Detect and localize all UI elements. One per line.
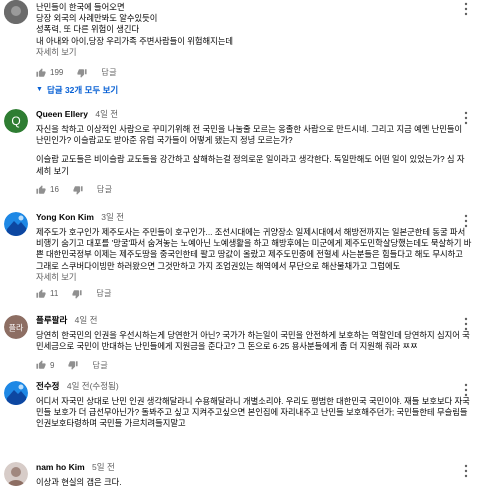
thumb-down-icon [68, 361, 79, 370]
reply-button[interactable]: 답글 [92, 360, 108, 371]
read-more-link[interactable]: 자세히 보기 [36, 272, 472, 283]
avatar[interactable] [4, 0, 28, 24]
comment-time[interactable]: 3일 전 [101, 212, 124, 222]
thumb-down-icon [72, 290, 82, 299]
comment-header: Yong Kon Kim 3일 전 [36, 212, 472, 223]
comment-actions: 9 답글 [36, 356, 472, 374]
author-name[interactable]: 전수정 [36, 381, 59, 391]
dislike-button[interactable] [73, 185, 83, 195]
thumb-up-icon [36, 360, 46, 370]
author-name[interactable]: Queen Ellery [36, 109, 88, 119]
more-menu-icon[interactable] [462, 2, 470, 16]
comment-text: 난민들이 한국에 들어오면 당장 외국의 사례만봐도 알수있듯이 성폭력, 또 … [36, 2, 234, 46]
more-menu-icon[interactable] [462, 214, 470, 228]
comment-actions: 199 답글 [36, 64, 472, 82]
like-count: 11 [50, 289, 59, 299]
author-name[interactable]: nam ho Kim [36, 462, 85, 472]
read-more-link[interactable]: 자세히 보기 [36, 47, 472, 58]
comment-header: Queen Ellery 4일 전 [36, 109, 472, 120]
thumb-down-icon [77, 69, 87, 78]
thumb-down-icon [73, 186, 83, 195]
comment-text: 당연히 한국민의 인권을 우선시하는게 당연한거 아닌? 국가가 하는일이 국민… [36, 330, 470, 352]
comment-text: 어디서 자국민 상대로 난민 인권 생각해달라니 수용해달라니 개별소리야. 우… [36, 396, 470, 429]
avatar[interactable]: 플라 [4, 315, 28, 339]
comment-time[interactable]: 4일 전(수정됨) [67, 381, 119, 391]
like-count: 16 [50, 185, 59, 195]
comment-text: 제주도가 호구인가 제주도사는 주민들이 호구인가... 조선시대에는 귀양장소… [36, 227, 472, 271]
thumb-up-icon [36, 289, 46, 298]
svg-text:Q: Q [11, 114, 20, 128]
more-menu-icon[interactable] [462, 111, 470, 125]
reply-button[interactable]: 답글 [101, 67, 117, 78]
like-button[interactable]: 11 [36, 289, 58, 299]
like-button[interactable]: 16 [36, 185, 59, 195]
comment-time[interactable]: 4일 전 [75, 315, 98, 325]
comment-actions: 11 답글 [36, 285, 472, 303]
avatar[interactable]: Q [4, 109, 28, 133]
view-replies-button[interactable]: ▼ 답글 32개 모두 보기 [36, 84, 472, 96]
svg-text:플라: 플라 [9, 324, 24, 333]
comment-header: nam ho Kim 5일 전 [36, 462, 472, 473]
comment-text: 이상과 현실의 갭은 크다. [36, 477, 122, 487]
dislike-button[interactable] [68, 360, 79, 370]
like-button[interactable]: 199 [36, 68, 63, 78]
comments-section: 난민들이 한국에 들어오면 당장 외국의 사례만봐도 알수있듯이 성폭력, 또 … [0, 0, 480, 494]
more-menu-icon[interactable] [462, 317, 470, 331]
like-count: 199 [50, 68, 64, 78]
reply-button[interactable]: 답글 [96, 288, 112, 299]
thumb-up-icon [36, 185, 46, 194]
comment-actions: 16 답글 [36, 181, 472, 199]
dislike-button[interactable] [77, 68, 87, 78]
comment-header: 전수정 4일 전(수정됨) [36, 381, 472, 392]
comment-header: 플루팔라 4일 전 [36, 315, 472, 326]
avatar[interactable] [4, 462, 28, 486]
avatar[interactable] [4, 212, 28, 236]
avatar[interactable] [4, 381, 28, 405]
like-button[interactable]: 9 [36, 360, 54, 370]
comment-text: 자신을 착하고 이상적인 사람으로 꾸미기위해 전 국민을 나눌줄 모르는 옹졸… [36, 124, 465, 176]
more-menu-icon[interactable] [462, 464, 470, 478]
comment-time[interactable]: 4일 전 [95, 109, 118, 119]
thumb-up-icon [36, 68, 46, 77]
author-name[interactable]: 플루팔라 [36, 315, 67, 325]
reply-button[interactable]: 답글 [97, 184, 113, 195]
author-name[interactable]: Yong Kon Kim [36, 212, 94, 222]
dislike-button[interactable] [72, 289, 82, 299]
comment-time[interactable]: 5일 전 [92, 462, 115, 472]
like-count: 9 [50, 360, 55, 370]
more-menu-icon[interactable] [462, 383, 470, 397]
chevron-down-icon: ▼ [36, 86, 43, 94]
